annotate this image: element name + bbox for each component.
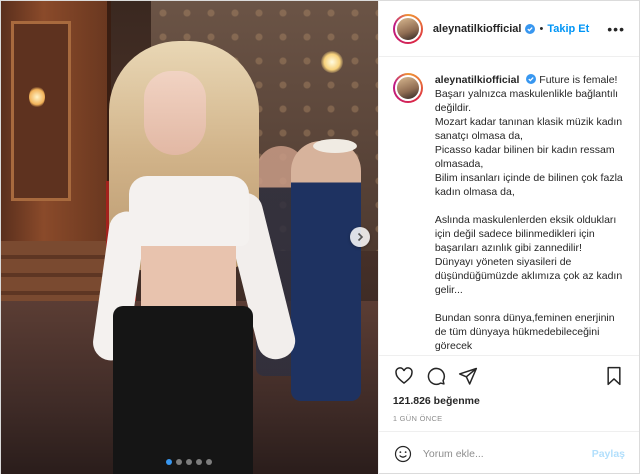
caption-line: Picasso kadar bilinen bir kadın ressam o… [434, 144, 615, 170]
photo-subject-pants [113, 306, 253, 474]
photo-lamp [321, 51, 343, 73]
post-side-panel: aleynatilkiofficial • Takip Et ••• aleyn… [377, 1, 639, 474]
avatar[interactable] [392, 73, 423, 103]
caption-username[interactable]: aleynatilkiofficial [435, 74, 520, 86]
save-button[interactable] [603, 365, 625, 387]
comment-icon [427, 367, 445, 385]
photo-hat [313, 139, 357, 153]
post-photo[interactable] [1, 1, 378, 474]
like-count[interactable]: 121.826 beğenme [379, 395, 639, 411]
carousel-dot [196, 459, 203, 465]
carousel-next-icon [357, 232, 364, 242]
verified-badge-icon [525, 23, 536, 34]
carousel-next-button[interactable] [350, 227, 370, 247]
follow-button[interactable]: Takip Et [547, 23, 589, 35]
comment-button[interactable] [425, 365, 447, 387]
comment-input[interactable] [422, 447, 592, 460]
caption-line: Dünyayı yöneten siyasileri de düşündüğüm… [434, 256, 623, 296]
header-username[interactable]: aleynatilkiofficial [433, 23, 522, 35]
carousel-dot [166, 459, 173, 465]
comment-composer: Paylaş [378, 431, 639, 474]
share-icon [458, 367, 477, 385]
emoji-button[interactable] [393, 444, 413, 464]
action-bar [378, 355, 639, 395]
caption-area: aleynatilkiofficial Future is female! Ba… [379, 57, 639, 355]
carousel-indicator [1, 459, 378, 465]
verified-badge-icon [526, 74, 537, 84]
photo-lamp [29, 86, 45, 108]
carousel-dot [206, 459, 213, 465]
photo-subject-face [144, 71, 206, 155]
caption-first-line: Future is female! [539, 74, 618, 86]
post-timestamp[interactable]: 1 GÜN ÖNCE [379, 411, 639, 431]
caption-line: Mozart kadar tanınan klasik müzik kadın … [434, 116, 623, 142]
caption-line: Bilim insanları içinde de bilinen çok fa… [434, 172, 623, 198]
post-comment-button[interactable]: Paylaş [592, 448, 625, 460]
bookmark-icon [607, 366, 621, 385]
photo-background-person [291, 141, 361, 401]
carousel-dot [186, 459, 193, 465]
post-caption: aleynatilkiofficial Future is female! Ba… [435, 73, 625, 353]
heart-icon [395, 366, 413, 384]
avatar[interactable] [392, 13, 423, 44]
caption-line: Aslında maskulenlerden eksik oldukları i… [434, 214, 617, 254]
share-button[interactable] [457, 365, 479, 387]
like-button[interactable] [393, 365, 415, 387]
carousel-dot [176, 459, 183, 465]
caption-line: Bundan sonra dünya,feminen enerjinin de … [434, 312, 615, 352]
instagram-post: aleynatilkiofficial • Takip Et ••• aleyn… [0, 0, 640, 474]
emoji-icon [394, 445, 411, 462]
more-options-icon[interactable]: ••• [607, 22, 625, 36]
photo-subject-top [129, 176, 249, 246]
photo-subject-waist [141, 241, 236, 316]
caption-line: Başarı yalnızca maskulenlikle bağlantılı… [434, 88, 619, 114]
header-separator: • [539, 22, 544, 35]
post-header: aleynatilkiofficial • Takip Et ••• [378, 1, 639, 57]
